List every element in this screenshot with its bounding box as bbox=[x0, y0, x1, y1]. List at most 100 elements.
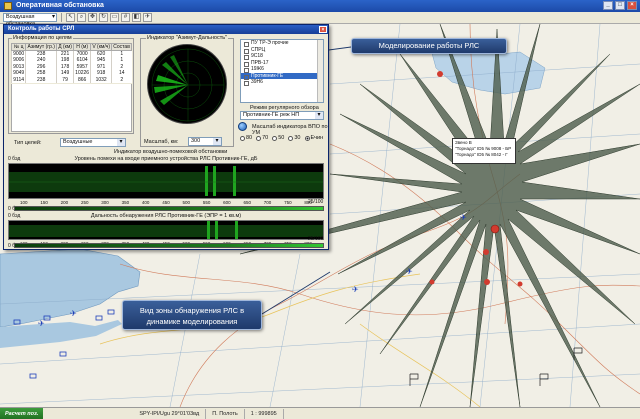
plot1-canvas bbox=[9, 166, 323, 196]
radio-icon[interactable] bbox=[272, 135, 278, 141]
toolbar-separator bbox=[61, 13, 62, 22]
aircraft-icon[interactable]: ✈ bbox=[352, 285, 359, 294]
minimize-button[interactable]: _ bbox=[603, 1, 613, 10]
radio-label: 80 bbox=[246, 135, 253, 141]
scrollbar[interactable] bbox=[317, 40, 323, 102]
window-title: Оперативная обстановка bbox=[16, 2, 104, 9]
radio-label: 70 bbox=[262, 135, 269, 141]
plot2-range-bar[interactable] bbox=[14, 243, 324, 248]
table-row[interactable]: 9114 238 79 866 1032 2 bbox=[10, 76, 132, 83]
scale-radio-group: 80 70 50 30 Ечин bbox=[240, 135, 323, 141]
status-coordinates: SPY-IPI/Ugu 29°01'03вд bbox=[133, 408, 207, 419]
radio-label: 30 bbox=[294, 135, 301, 141]
column-header[interactable]: № ц bbox=[10, 43, 27, 51]
radio-icon-selected[interactable] bbox=[304, 135, 310, 141]
radio-label: Ечин bbox=[310, 135, 324, 141]
main-toolbar: Воздушная обстановка ↖ ⌕ ✥ ↻ ▭ # ◧ ✈ bbox=[0, 12, 640, 27]
close-button[interactable]: × bbox=[627, 1, 637, 10]
target-info-box[interactable]: Звено В "Торнадо" ID5 № 9008 - БР "Торна… bbox=[452, 138, 516, 164]
plot2-title: Дальность обнаружения РЛС Противник-ГЕ (… bbox=[90, 213, 242, 219]
globe-icon[interactable] bbox=[238, 122, 247, 131]
radar-site-icon[interactable] bbox=[490, 224, 500, 234]
radio-option[interactable]: 30 bbox=[288, 135, 301, 141]
rotate-icon[interactable]: ↻ bbox=[99, 13, 108, 22]
maximize-button[interactable]: □ bbox=[615, 1, 625, 10]
review-mode-select[interactable]: Противник-ГЕ реж НП ▾ bbox=[240, 111, 324, 120]
table-cell: 1032 bbox=[90, 76, 112, 83]
ruler-icon[interactable]: ▭ bbox=[110, 13, 119, 22]
aircraft-icon[interactable]: ✈ bbox=[406, 267, 413, 276]
chevron-down-icon[interactable]: ▾ bbox=[213, 138, 221, 145]
station-list[interactable]: ПУ ТР-Э прочие СПРЦ 9С18 ПРВ-17 19Ж6 Про… bbox=[240, 39, 324, 103]
column-header[interactable]: Д (км) bbox=[56, 43, 75, 51]
flag-icon[interactable] bbox=[539, 373, 549, 386]
column-header[interactable]: Азимут (гр.) bbox=[25, 43, 58, 51]
threat-icon[interactable] bbox=[484, 279, 490, 285]
threat-icon[interactable] bbox=[517, 281, 523, 287]
radio-icon[interactable] bbox=[240, 135, 245, 141]
column-header[interactable]: V (км/ч) bbox=[90, 43, 113, 51]
radio-icon[interactable] bbox=[256, 135, 262, 141]
review-mode-value: Противник-ГЕ реж НП bbox=[243, 112, 300, 118]
scale-select[interactable]: 300 ▾ bbox=[188, 137, 222, 146]
radio-option[interactable]: 80 bbox=[240, 135, 252, 141]
scale-label: Масштаб, км: bbox=[144, 139, 179, 145]
radio-option[interactable]: 70 bbox=[256, 135, 268, 141]
chevron-down-icon[interactable]: ▾ bbox=[117, 139, 125, 146]
radio-icon[interactable] bbox=[288, 135, 294, 141]
radio-option[interactable]: Ечин bbox=[304, 135, 324, 141]
column-header[interactable]: Н (м) bbox=[73, 43, 92, 51]
radar-scope[interactable] bbox=[147, 44, 227, 124]
plot1-area[interactable] bbox=[8, 163, 324, 199]
window-controls: _ □ × bbox=[603, 1, 637, 10]
unit-icon[interactable] bbox=[59, 351, 67, 357]
flag-icon[interactable] bbox=[409, 373, 419, 386]
window-title-bar: Оперативная обстановка _ □ × bbox=[0, 0, 640, 12]
plot1-title: Уровень помехи на входе приемного устрой… bbox=[74, 156, 258, 162]
dialog-title-bar: Контроль работы СРЛ × bbox=[4, 25, 328, 34]
threat-icon[interactable] bbox=[437, 71, 443, 77]
table-cell: 2 bbox=[111, 76, 132, 83]
scale-value: 300 bbox=[191, 138, 201, 144]
info-line: "Торнадо" ID5 № 8042 - Г bbox=[455, 152, 508, 157]
plot2-area[interactable] bbox=[8, 220, 324, 240]
status-location: П. Полоть bbox=[206, 408, 245, 419]
layers-icon[interactable]: ◧ bbox=[132, 13, 141, 22]
grid-icon[interactable]: # bbox=[121, 13, 130, 22]
dialog-close-button[interactable]: × bbox=[319, 26, 327, 33]
table-cell: 9013 bbox=[10, 63, 26, 70]
pan-icon[interactable]: ✥ bbox=[88, 13, 97, 22]
unit-icon[interactable] bbox=[29, 373, 37, 379]
app-icon bbox=[4, 2, 12, 10]
aircraft-icon[interactable]: ✈ bbox=[460, 213, 467, 222]
magnify-icon[interactable]: ⌕ bbox=[77, 13, 86, 22]
target-type-select[interactable]: Воздушные ▾ bbox=[60, 138, 126, 147]
plot2-canvas bbox=[9, 221, 323, 239]
unit-icon[interactable] bbox=[95, 315, 103, 321]
start-button[interactable]: Расчет поз. bbox=[0, 407, 44, 419]
pointer-icon[interactable]: ↖ bbox=[66, 13, 75, 22]
unit-icon[interactable] bbox=[107, 309, 115, 315]
radar-scope-canvas bbox=[151, 48, 225, 122]
column-header[interactable]: Состав bbox=[111, 43, 132, 51]
targets-table[interactable]: № ц Азимут (гр.) Д (км) Н (м) V (км/ч) С… bbox=[10, 43, 132, 83]
plot1-range-end: 25/100 bbox=[308, 199, 324, 205]
table-cell: 79 bbox=[56, 76, 74, 83]
mode-select[interactable]: Воздушная обстановка bbox=[3, 13, 57, 27]
table-cell: 866 bbox=[73, 76, 91, 83]
status-scale: 1 : 999895 bbox=[245, 408, 284, 419]
table-cell: 9000 bbox=[10, 50, 26, 57]
radar-control-dialog[interactable]: Контроль работы СРЛ × Информация по целя… bbox=[3, 24, 329, 250]
threat-icon[interactable] bbox=[429, 279, 435, 285]
indicator-group-label: Индикатор "Азимут-Дальность" bbox=[146, 35, 229, 41]
aircraft-icon[interactable]: ✈ bbox=[143, 13, 152, 22]
callout-zone-line: Вид зоны обнаружения РЛС в bbox=[139, 306, 245, 315]
list-item[interactable]: 39Н6 bbox=[241, 79, 323, 86]
chevron-down-icon[interactable]: ▾ bbox=[315, 112, 323, 119]
plot2-range-end: 25/100 bbox=[308, 236, 324, 242]
aircraft-icon[interactable]: ✈ bbox=[70, 309, 77, 318]
threat-icon[interactable] bbox=[483, 249, 489, 255]
table-cell: 9114 bbox=[10, 76, 26, 83]
plot1-range-bar[interactable] bbox=[14, 206, 324, 211]
radio-option[interactable]: 50 bbox=[272, 135, 284, 141]
